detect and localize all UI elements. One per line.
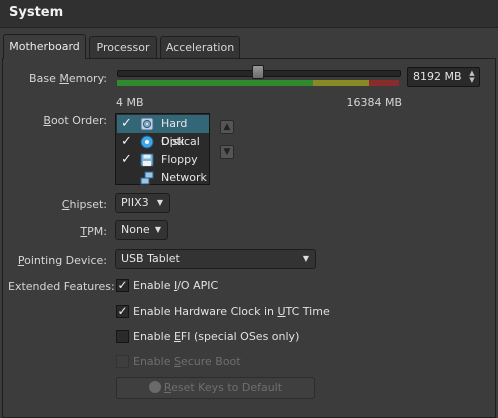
pointing-device-combo[interactable]: USB Tablet ▼ [115,249,316,269]
secure-boot-label[interactable]: Enable Secure Boot [133,355,241,368]
boot-item-checkbox[interactable]: ✓ [120,153,133,166]
move-down-icon[interactable]: ▼ [220,145,234,159]
pointing-device-label: Pointing Device: [17,254,107,267]
base-memory-value: 8192 MB [413,70,462,83]
boot-item-checkbox[interactable]: ✓ [120,135,133,148]
network-icon [140,171,154,185]
efi-label[interactable]: Enable EFI (special OSes only) [133,330,299,343]
boot-item-label: Optical [161,135,200,148]
secure-boot-checkbox[interactable] [116,355,129,368]
tpm-combo[interactable]: None ▼ [115,220,168,240]
boot-item-label: Network [161,171,207,184]
boot-item-checkbox[interactable]: ✓ [120,117,133,130]
optical-disc-icon [140,135,154,149]
memory-range-indicator [117,80,399,86]
tpm-label: TPM: [80,225,107,238]
reset-icon [148,381,161,393]
chevron-down-icon: ▼ [302,254,309,263]
tpm-value: None [121,223,150,236]
hard-disk-icon [140,117,154,131]
io-apic-checkbox[interactable]: ✓ [116,279,129,292]
base-memory-label: Base Memory: [29,72,107,85]
pointing-device-value: USB Tablet [121,252,180,265]
tab-motherboard[interactable]: Motherboard [3,34,86,59]
efi-checkbox[interactable] [116,330,129,343]
boot-item-checkbox[interactable] [120,171,133,184]
spin-arrows-icon[interactable]: ▲ ▼ [467,70,477,84]
memory-min-label: 4 MB [116,96,144,109]
move-up-icon[interactable]: ▲ [220,120,234,134]
boot-order-label: Boot Order: [43,114,107,127]
floppy-icon [140,153,154,167]
tab-panel [2,58,496,418]
boot-item-optical[interactable]: ✓ Optical [117,133,209,151]
section-title: System [0,0,498,28]
chipset-label: Chipset: [61,198,107,211]
utc-clock-label[interactable]: Enable Hardware Clock in UTC Time [133,305,330,318]
boot-item-label: Floppy [161,153,198,166]
boot-item-hard-disk[interactable]: ✓ Hard Disk [117,115,209,148]
base-memory-slider-thumb[interactable] [252,65,264,79]
utc-clock-checkbox[interactable]: ✓ [116,305,129,318]
base-memory-spinbox[interactable]: 8192 MB ▲ ▼ [407,67,480,87]
io-apic-label[interactable]: Enable I/O APIC [133,279,218,292]
chevron-down-icon: ▼ [154,225,161,234]
chevron-down-icon: ▼ [156,198,163,207]
boot-item-network[interactable]: Network [117,169,209,187]
tab-acceleration[interactable]: Acceleration [160,36,240,58]
chipset-combo[interactable]: PIIX3 ▼ [115,193,170,213]
reset-keys-button[interactable]: Reset Keys to Default [116,377,315,399]
tab-processor[interactable]: Processor [89,36,157,58]
boot-item-floppy[interactable]: ✓ Floppy [117,151,209,169]
boot-order-list[interactable]: ✓ Hard Disk ✓ Optical ✓ Floppy Network [115,113,210,185]
extended-features-label: Extended Features: [8,280,115,293]
memory-max-label: 16384 MB [346,96,402,109]
chipset-value: PIIX3 [121,196,149,209]
